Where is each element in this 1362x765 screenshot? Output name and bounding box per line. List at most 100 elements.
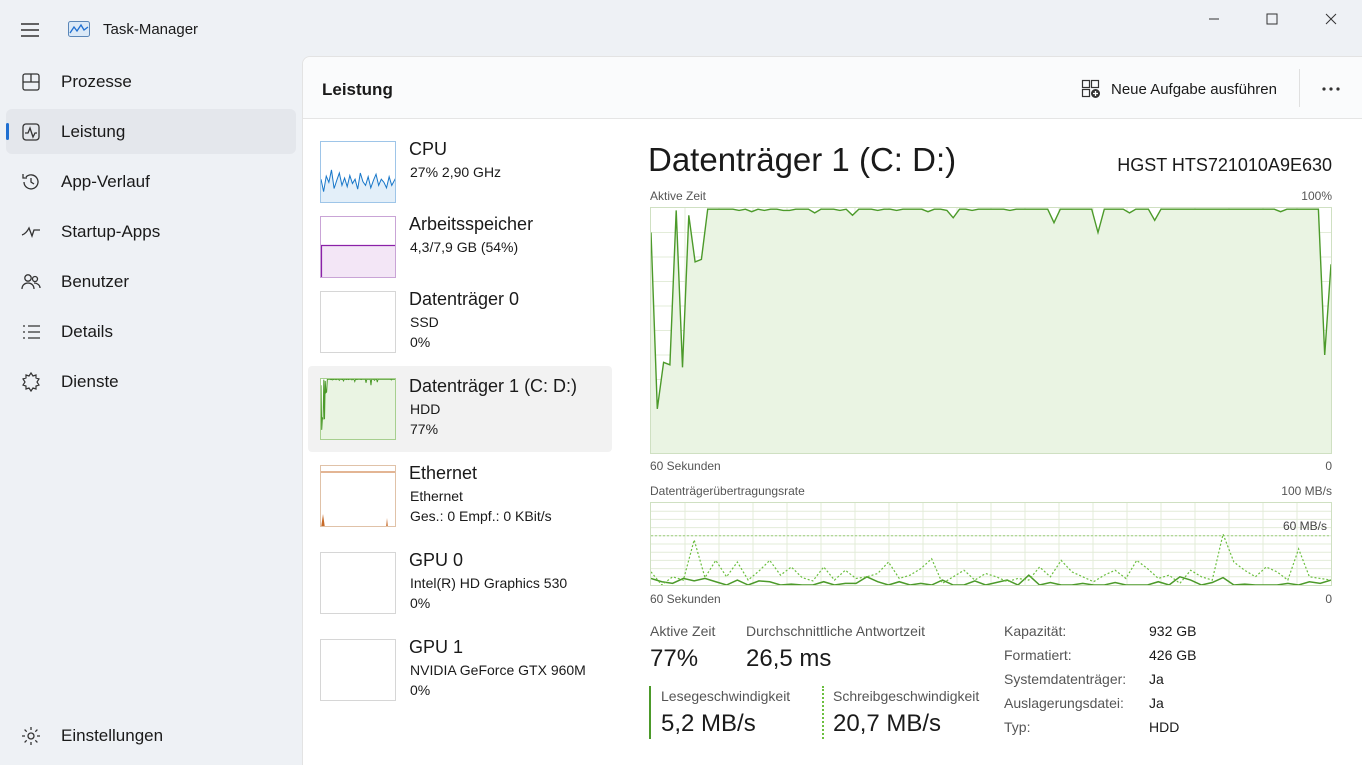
- device-detail: 4,3/7,9 GB (54%): [410, 239, 519, 255]
- stat-write-speed-label: Schreibgeschwindigkeit: [833, 688, 980, 704]
- device-name: GPU 1: [409, 637, 464, 657]
- title-bar: Task-Manager: [0, 0, 1362, 56]
- sidebar-item-label: Leistung: [61, 122, 126, 141]
- disk-model: HGST HTS721010A9E630: [1117, 155, 1332, 175]
- minimize-button[interactable]: [1191, 8, 1237, 30]
- gpu-1-thumbnail-graph: [320, 639, 396, 701]
- device-name: Datenträger 1 (C: D:): [409, 376, 578, 396]
- device-item-gpu-0[interactable]: GPU 0 Intel(R) HD Graphics 530 0%: [308, 540, 612, 626]
- prop-pagefile-value: Ja: [1149, 695, 1164, 711]
- stat-response-time-label: Durchschnittliche Antwortzeit: [746, 623, 925, 639]
- transfer-rate-graph-max: 100 MB/s: [1281, 484, 1332, 498]
- transfer-rate-graph-min: 0: [1325, 592, 1332, 606]
- page-title: Leistung: [322, 80, 393, 99]
- new-task-button[interactable]: Neue Aufgabe ausführen: [1081, 77, 1277, 101]
- transfer-rate-graph-label: Datenträgerübertragungsrate: [650, 484, 805, 498]
- device-model: Intel(R) HD Graphics 530: [410, 575, 568, 591]
- history-icon: [20, 171, 42, 193]
- sidebar-item-details[interactable]: Details: [6, 309, 296, 354]
- maximize-icon: [1266, 13, 1278, 25]
- active-time-graph-x-label: 60 Sekunden: [650, 459, 721, 473]
- device-name: Arbeitsspeicher: [409, 214, 534, 234]
- services-icon: [20, 371, 42, 393]
- device-item-disk-1[interactable]: Datenträger 1 (C: D:) HDD 77%: [308, 366, 612, 452]
- device-model: NVIDIA GeForce GTX 960M: [410, 662, 586, 678]
- transfer-rate-graph: 60 MB/s: [650, 502, 1332, 586]
- sidebar-item-dienste[interactable]: Dienste: [6, 359, 296, 404]
- device-item-cpu[interactable]: CPU 27% 2,90 GHz: [308, 129, 612, 215]
- new-task-label: Neue Aufgabe ausführen: [1111, 80, 1277, 98]
- prop-capacity-key: Kapazität:: [1004, 623, 1067, 639]
- sidebar-item-prozesse[interactable]: Prozesse: [6, 59, 296, 104]
- ethernet-thumb-spike: [386, 518, 388, 526]
- close-button[interactable]: [1308, 8, 1354, 30]
- disk-thumb-area: [321, 379, 395, 439]
- device-usage: 0%: [410, 334, 431, 350]
- device-throughput: Ges.: 0 Empf.: 0 KBit/s: [410, 508, 552, 524]
- active-time-graph: [650, 207, 1332, 454]
- stat-active-time-label: Aktive Zeit: [650, 623, 716, 639]
- device-item-ethernet[interactable]: Ethernet Ethernet Ges.: 0 Empf.: 0 KBit/…: [308, 453, 612, 539]
- sidebar-item-label: Prozesse: [61, 72, 132, 91]
- prop-type-value: HDD: [1149, 719, 1180, 735]
- details-icon: [20, 321, 42, 343]
- device-name: CPU: [409, 139, 448, 159]
- read-speed-marker: [649, 686, 651, 739]
- memory-thumb-area: [321, 245, 395, 277]
- startup-icon: [20, 221, 42, 243]
- sidebar-item-benutzer[interactable]: Benutzer: [6, 259, 296, 304]
- more-options-button[interactable]: [1319, 77, 1343, 101]
- transfer-rate-graph-x-label: 60 Sekunden: [650, 592, 721, 606]
- sidebar-item-label: Startup-Apps: [61, 222, 161, 241]
- device-name: GPU 0: [409, 550, 464, 570]
- sidebar-item-app-verlauf[interactable]: App-Verlauf: [6, 159, 296, 204]
- device-usage: 0%: [410, 682, 431, 698]
- stat-active-time-value: 77%: [650, 645, 699, 672]
- device-usage: 77%: [410, 421, 439, 437]
- stat-response-time-value: 26,5 ms: [746, 645, 832, 672]
- sidebar-item-leistung[interactable]: Leistung: [6, 109, 296, 154]
- cpu-thumbnail-graph: [320, 141, 396, 203]
- prop-system-disk-key: Systemdatenträger:: [1004, 671, 1127, 687]
- device-item-disk-0[interactable]: Datenträger 0 SSD 0%: [308, 279, 612, 365]
- ethernet-thumbnail-graph: [320, 465, 396, 527]
- disk-1-thumbnail-graph: [320, 378, 396, 440]
- device-item-memory[interactable]: Arbeitsspeicher 4,3/7,9 GB (54%): [308, 204, 612, 290]
- device-item-gpu-1[interactable]: GPU 1 NVIDIA GeForce GTX 960M 0%: [308, 627, 612, 713]
- transfer-rate-grid: [651, 503, 1331, 585]
- sidebar-item-label: Benutzer: [61, 272, 130, 291]
- main-panel: Leistung Neue Aufgabe ausführen CPU 27% …: [302, 56, 1362, 765]
- detail-title: Datenträger 1 (C: D:): [648, 141, 957, 178]
- sidebar-item-label: Details: [61, 322, 113, 341]
- users-icon: [20, 271, 42, 293]
- prop-pagefile-key: Auslagerungsdatei:: [1004, 695, 1124, 711]
- device-detail: 27% 2,90 GHz: [410, 164, 502, 180]
- device-name: Ethernet: [409, 463, 478, 483]
- write-speed-marker: [822, 686, 824, 739]
- active-time-graph-label: Aktive Zeit: [650, 189, 707, 203]
- hamburger-menu-icon[interactable]: [18, 20, 42, 40]
- device-usage: 0%: [410, 595, 431, 611]
- stat-write-speed-value: 20,7 MB/s: [833, 710, 942, 737]
- prop-type-key: Typ:: [1004, 719, 1031, 735]
- new-task-icon: [1081, 79, 1100, 98]
- sidebar-item-label: App-Verlauf: [61, 172, 150, 191]
- task-manager-app-icon: [68, 21, 90, 37]
- active-indicator: [6, 123, 9, 140]
- stat-read-speed-value: 5,2 MB/s: [661, 710, 756, 737]
- prop-capacity-value: 932 GB: [1149, 623, 1197, 639]
- prop-formatted-value: 426 GB: [1149, 647, 1197, 663]
- transfer-rate-mid-label: 60 MB/s: [1282, 519, 1327, 533]
- stat-read-speed-label: Lesegeschwindigkeit: [661, 688, 791, 704]
- sidebar-item-label: Dienste: [61, 372, 119, 391]
- prop-formatted-key: Formatiert:: [1004, 647, 1072, 663]
- memory-thumbnail-graph: [320, 216, 396, 278]
- minimize-icon: [1209, 18, 1219, 20]
- more-icon: [1322, 87, 1340, 91]
- active-time-area: [651, 209, 1331, 453]
- sidebar-item-startup-apps[interactable]: Startup-Apps: [6, 209, 296, 254]
- active-time-graph-min: 0: [1325, 459, 1332, 473]
- sidebar-item-einstellungen[interactable]: Einstellungen: [6, 713, 296, 758]
- maximize-button[interactable]: [1249, 8, 1295, 30]
- device-type: Ethernet: [410, 488, 463, 504]
